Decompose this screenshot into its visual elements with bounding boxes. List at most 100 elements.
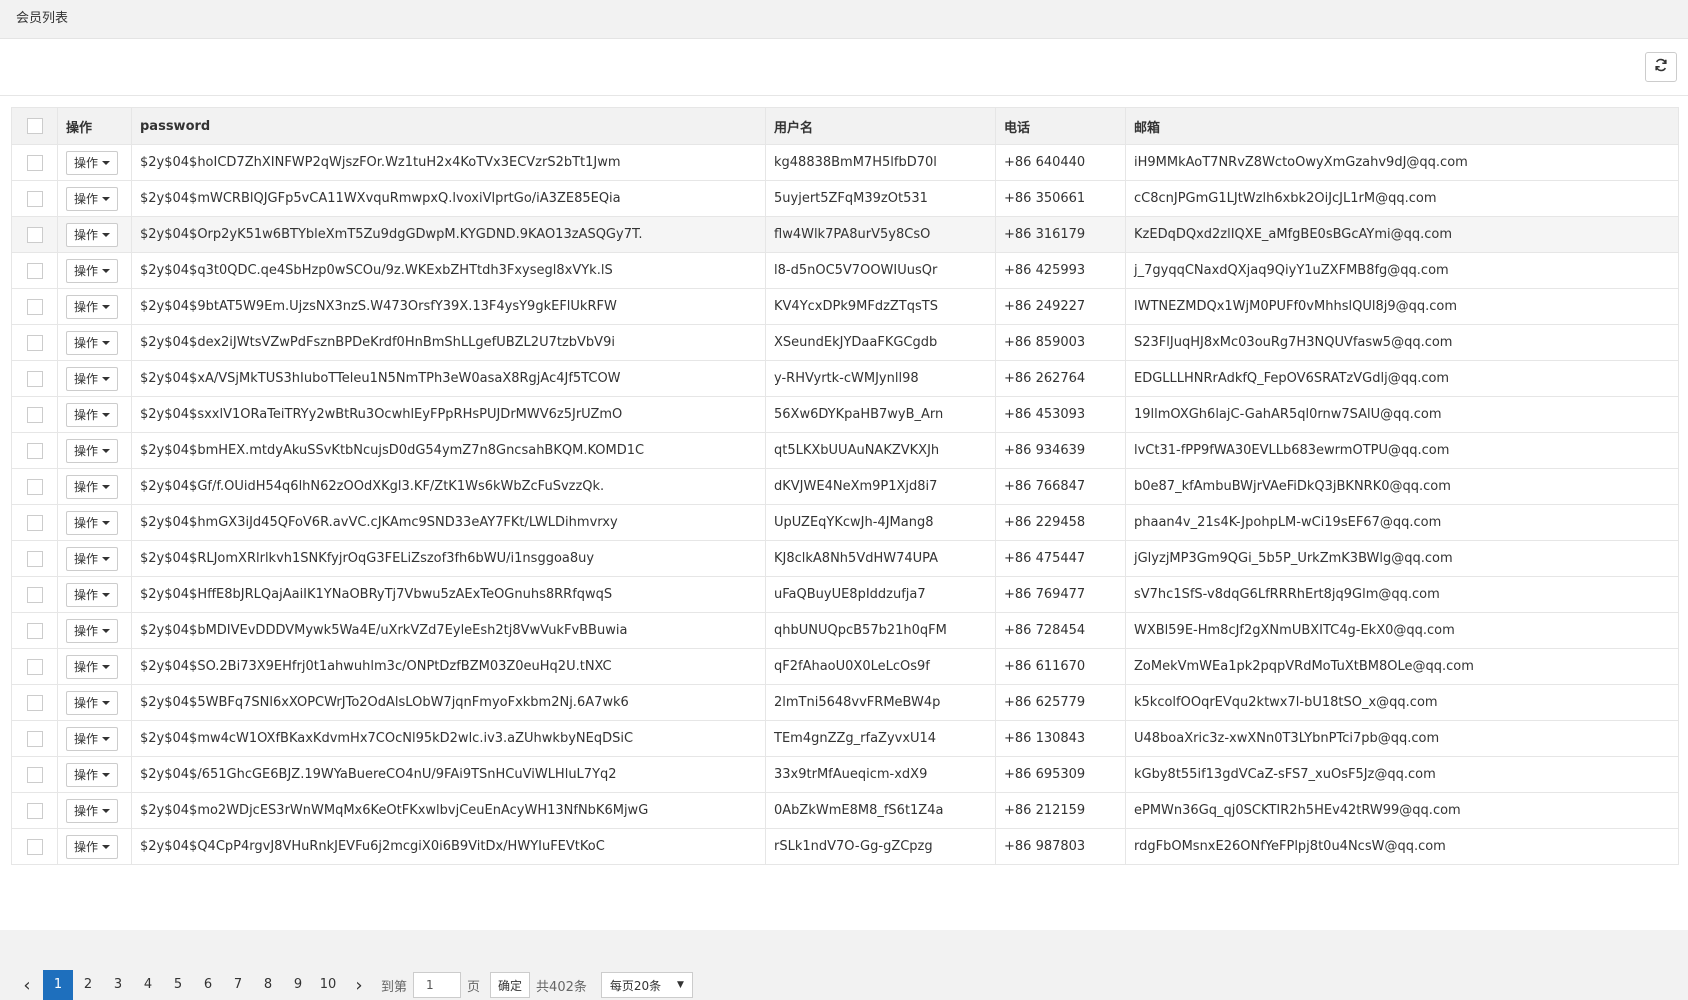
row-action-dropdown[interactable]: 操作: [66, 546, 118, 571]
row-action-label: 操作: [73, 372, 98, 386]
row-check-cell: [11, 684, 58, 721]
row-checkbox[interactable]: [26, 766, 43, 783]
next-page-button[interactable]: ›: [343, 975, 375, 996]
row-checkbox[interactable]: [26, 226, 43, 243]
row-action-label: 操作: [73, 768, 98, 782]
row-checkbox[interactable]: [26, 730, 43, 747]
row-checkbox[interactable]: [26, 550, 43, 567]
row-check-cell: [11, 216, 58, 253]
row-action-dropdown[interactable]: 操作: [66, 618, 118, 643]
row-checkbox[interactable]: [26, 298, 43, 315]
row-checkbox[interactable]: [26, 838, 43, 855]
row-checkbox[interactable]: [26, 370, 43, 387]
page-header: 会员列表: [0, 0, 1688, 39]
row-checkbox[interactable]: [26, 658, 43, 675]
refresh-button[interactable]: [1645, 52, 1677, 82]
column-header-username: 用户名: [765, 107, 996, 145]
page-number-8[interactable]: 8: [253, 970, 283, 1000]
page-number-5[interactable]: 5: [163, 970, 193, 1000]
row-action-label: 操作: [73, 552, 98, 566]
page-number-4[interactable]: 4: [133, 970, 163, 1000]
caret-down-icon: [102, 808, 110, 813]
table-row: 操作 $2y$04$RLJomXRlrlkvh1SNKfyjrOqG3FELiZs…: [11, 540, 1679, 577]
cell-username: 33x9trMfAueqicm-xdX9: [765, 756, 996, 793]
row-action-dropdown[interactable]: 操作: [66, 294, 118, 319]
row-checkbox[interactable]: [26, 334, 43, 351]
row-action-dropdown[interactable]: 操作: [66, 258, 118, 283]
row-checkbox[interactable]: [26, 694, 43, 711]
cell-username: qF2fAhaoU0X0LeLcOs9f: [765, 648, 996, 685]
row-checkbox[interactable]: [26, 478, 43, 495]
row-check-cell: [11, 432, 58, 469]
row-check-cell: [11, 324, 58, 361]
row-action-dropdown[interactable]: 操作: [66, 798, 118, 823]
goto-page-input[interactable]: [413, 972, 462, 998]
row-action-dropdown[interactable]: 操作: [66, 438, 118, 463]
cell-password: $2y$04$HffE8bJRLQajAaiIK1YNaOBRyTj7Vbwu5…: [131, 576, 766, 613]
row-checkbox[interactable]: [26, 154, 43, 171]
row-action-dropdown[interactable]: 操作: [66, 186, 118, 211]
caret-down-icon: [102, 592, 110, 597]
row-action-dropdown[interactable]: 操作: [66, 510, 118, 535]
goto-confirm-button[interactable]: 确定: [490, 972, 531, 998]
cell-email: phaan4v_21s4K-JpohpLM-wCi19sEF67@qq.com: [1125, 504, 1679, 541]
page-number-9[interactable]: 9: [283, 970, 313, 1000]
row-action-dropdown[interactable]: 操作: [66, 582, 118, 607]
row-check-cell: [11, 792, 58, 829]
table-row: 操作 $2y$04$5WBFq7SNl6xXOPCWrJTo2OdAlsLObW7…: [11, 684, 1679, 721]
page-size-value: 每页20条: [609, 978, 662, 993]
row-checkbox[interactable]: [26, 442, 43, 459]
row-action-cell: 操作: [57, 360, 132, 397]
caret-down-icon: [102, 196, 110, 201]
cell-username: dKVJWE4NeXm9P1Xjd8i7: [765, 468, 996, 505]
row-action-dropdown[interactable]: 操作: [66, 150, 118, 175]
page-number-7[interactable]: 7: [223, 970, 253, 1000]
row-action-dropdown[interactable]: 操作: [66, 330, 118, 355]
page-number-10[interactable]: 10: [313, 970, 343, 1000]
cell-password: $2y$04$SO.2Bi73X9EHfrj0t1ahwuhlm3c/ONPtD…: [131, 648, 766, 685]
chevron-right-icon: ›: [355, 974, 363, 996]
row-action-dropdown[interactable]: 操作: [66, 762, 118, 787]
cell-email: iH9MMkAoT7NRvZ8WctoOwyXmGzahv9dJ@qq.com: [1125, 144, 1679, 181]
row-action-label: 操作: [73, 156, 98, 170]
cell-password: $2y$04$Gf/f.OUidH54q6lhN62zOOdXKgl3.KF/Z…: [131, 468, 766, 505]
cell-phone: +86 859003: [995, 324, 1126, 361]
cell-email: EDGLLLHNRrAdkfQ_FepOV6SRATzVGdlj@qq.com: [1125, 360, 1679, 397]
row-checkbox[interactable]: [26, 262, 43, 279]
row-checkbox[interactable]: [26, 586, 43, 603]
row-action-dropdown[interactable]: 操作: [66, 690, 118, 715]
cell-email: sV7hc1SfS-v8dqG6LfRRRhErt8jq9Glm@qq.com: [1125, 576, 1679, 613]
row-action-label: 操作: [73, 516, 98, 530]
row-checkbox[interactable]: [26, 406, 43, 423]
cell-password: $2y$04$Orp2yK51w6BTYbleXmT5Zu9dgGDwpM.KY…: [131, 216, 766, 253]
select-all-checkbox[interactable]: [26, 118, 43, 134]
row-action-dropdown[interactable]: 操作: [66, 726, 118, 751]
row-action-dropdown[interactable]: 操作: [66, 222, 118, 247]
cell-username: y-RHVyrtk-cWMJynll98: [765, 360, 996, 397]
page-size-select[interactable]: 每页20条 ▼: [600, 972, 693, 998]
row-checkbox[interactable]: [26, 514, 43, 531]
row-action-cell: 操作: [57, 576, 132, 613]
row-checkbox[interactable]: [26, 802, 43, 819]
page-number-6[interactable]: 6: [193, 970, 223, 1000]
row-action-dropdown[interactable]: 操作: [66, 474, 118, 499]
cell-email: U48boaXric3z-xwXNn0T3LYbnPTci7pb@qq.com: [1125, 720, 1679, 757]
table-body: 操作 $2y$04$hoICD7ZhXINFWP2qWjszFOr.Wz1tuH2…: [11, 144, 1679, 865]
cell-password: $2y$04$q3t0QDC.qe4SbHzp0wSCOu/9z.WKExbZH…: [131, 252, 766, 289]
row-action-dropdown[interactable]: 操作: [66, 402, 118, 427]
page-number-2[interactable]: 2: [73, 970, 103, 1000]
cell-phone: +86 262764: [995, 360, 1126, 397]
cell-phone: +86 425993: [995, 252, 1126, 289]
cell-password: $2y$04$RLJomXRlrlkvh1SNKfyjrOqG3FELiZszo…: [131, 540, 766, 577]
row-action-dropdown[interactable]: 操作: [66, 834, 118, 859]
row-checkbox[interactable]: [26, 622, 43, 639]
row-checkbox[interactable]: [26, 190, 43, 207]
row-action-dropdown[interactable]: 操作: [66, 654, 118, 679]
cell-phone: +86 766847: [995, 468, 1126, 505]
page-number-3[interactable]: 3: [103, 970, 133, 1000]
cell-username: 56Xw6DYKpaHB7wyB_Arn: [765, 396, 996, 433]
row-action-dropdown[interactable]: 操作: [66, 366, 118, 391]
prev-page-button[interactable]: ‹: [11, 975, 43, 996]
page-number-1[interactable]: 1: [43, 970, 73, 1000]
row-action-label: 操作: [73, 336, 98, 350]
